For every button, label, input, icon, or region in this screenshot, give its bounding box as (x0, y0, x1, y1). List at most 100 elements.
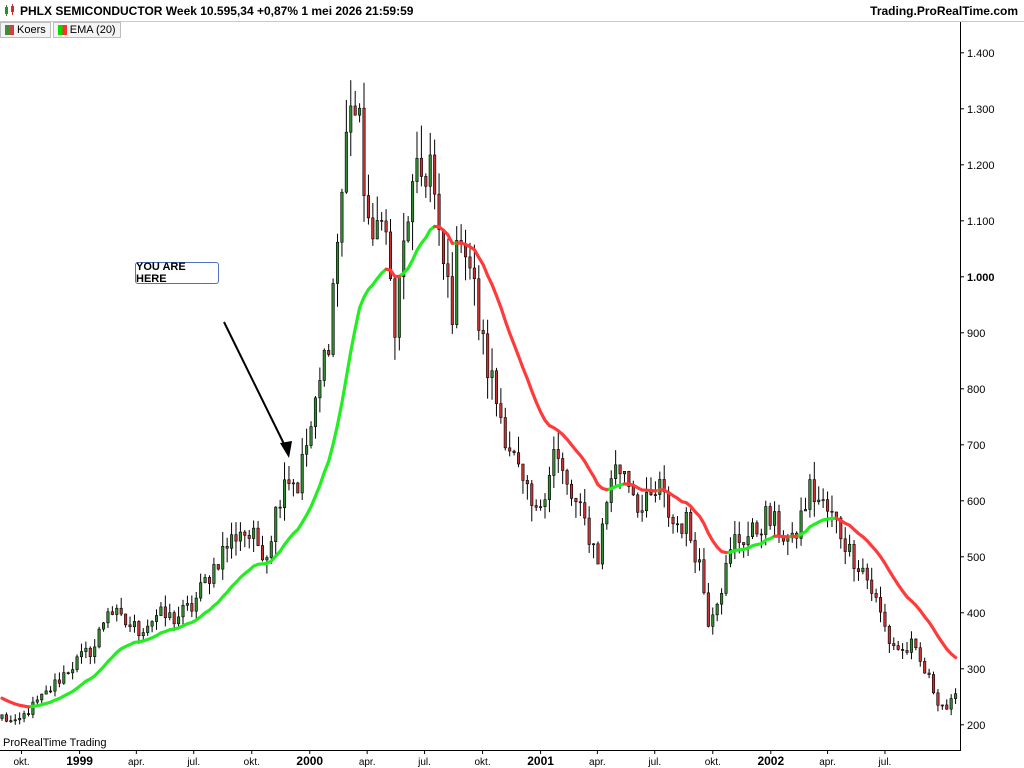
candle (190, 595, 194, 618)
candle (931, 671, 936, 695)
candle (221, 532, 225, 580)
candle (861, 558, 865, 575)
candle (945, 699, 949, 710)
candle (424, 173, 428, 198)
candle (203, 574, 207, 584)
candle (561, 452, 565, 485)
candle (274, 506, 278, 556)
candle (313, 396, 317, 439)
candle (812, 461, 816, 517)
candle (375, 196, 379, 240)
x-tick-label: jul. (417, 757, 431, 768)
x-tick-label: apr. (359, 757, 376, 768)
candle (552, 436, 556, 488)
candle (596, 541, 600, 565)
candle (803, 497, 807, 512)
candle (773, 501, 777, 535)
candle (649, 477, 653, 496)
candle (93, 639, 97, 664)
y-tick-label: 600 (967, 496, 985, 508)
candle (675, 516, 679, 533)
candle (684, 507, 688, 547)
candle (97, 626, 101, 649)
candle (238, 522, 242, 551)
candle (662, 465, 666, 508)
candle (194, 592, 198, 620)
candle (207, 575, 212, 595)
candle (556, 431, 560, 473)
y-tick-label: 500 (967, 552, 985, 564)
candle (415, 131, 419, 194)
candle (296, 481, 300, 494)
x-axis-ticks: okt. 1999 apr. jul. okt. 2000 apr. jul. okt. 2001… (13, 750, 891, 768)
candle (243, 530, 247, 548)
candle (110, 606, 114, 616)
candle (146, 619, 150, 636)
candle (768, 502, 772, 530)
candles-group (0, 80, 958, 725)
candle (905, 641, 909, 655)
candle (71, 661, 75, 680)
candle (499, 388, 503, 424)
candle (631, 480, 635, 497)
candle (366, 174, 370, 225)
candle (914, 638, 918, 651)
candle (795, 531, 799, 549)
candle (896, 640, 900, 651)
x-tick-label: okt. (13, 757, 29, 768)
candle (384, 209, 388, 245)
candle (517, 436, 521, 468)
y-tick-label: 1.300 (967, 104, 995, 116)
candle (486, 319, 490, 399)
candle (627, 470, 631, 493)
y-tick-label: 1.100 (967, 216, 995, 228)
candle (353, 90, 357, 116)
candle (892, 637, 896, 651)
candle (212, 557, 216, 588)
candle (181, 599, 185, 628)
x-tick-label: 2002 (757, 754, 784, 768)
candle (755, 520, 759, 537)
candle (44, 685, 48, 695)
candle (636, 492, 640, 518)
candle (256, 520, 260, 547)
candle (4, 712, 8, 723)
candle (437, 173, 441, 246)
candle (433, 139, 437, 210)
candle (291, 479, 295, 497)
candle (848, 534, 852, 557)
candle (587, 506, 591, 553)
candle (689, 508, 693, 544)
candle (159, 602, 163, 616)
candle (543, 493, 547, 519)
candle (331, 278, 335, 358)
candle (327, 344, 331, 357)
candle (128, 616, 132, 632)
x-tick-label: 1999 (66, 754, 93, 768)
x-tick-label: 2001 (527, 754, 554, 768)
candle (119, 597, 123, 617)
y-tick-label: 200 (967, 720, 985, 732)
candle (583, 489, 587, 526)
price-chart[interactable]: 200 300 400 500 600 700 800 900 1.000 1.100 1.200 1… (0, 0, 1024, 768)
candle (464, 229, 468, 281)
candle (322, 348, 326, 387)
candle (711, 607, 715, 635)
x-tick-label: apr. (819, 757, 836, 768)
candle (490, 348, 494, 400)
candle (887, 624, 891, 654)
candle (371, 202, 375, 246)
candle (834, 511, 838, 534)
candle (539, 499, 543, 511)
candle (949, 694, 953, 716)
candle (940, 704, 944, 710)
candle (481, 319, 485, 355)
candle (411, 174, 415, 251)
candle (75, 654, 79, 673)
candle (909, 631, 913, 660)
candle (260, 535, 264, 562)
x-tick-label: okt. (475, 757, 491, 768)
candle (750, 518, 755, 540)
candle (698, 548, 702, 571)
candle (13, 714, 17, 725)
